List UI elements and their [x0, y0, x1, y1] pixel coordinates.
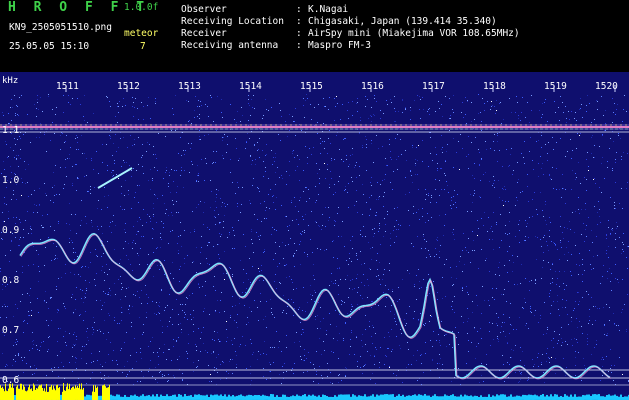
freq-label: 0.6 [2, 375, 19, 386]
time-label: 1514 [239, 81, 262, 92]
time-label: 1512 [117, 81, 140, 92]
meteor-label: meteor [124, 28, 159, 39]
freq-label: 1.0 [2, 175, 19, 186]
antenna-label: Receiving antenna [181, 40, 279, 51]
time-label: 1511 [56, 81, 79, 92]
time-label: 1516 [361, 81, 384, 92]
observer-sep: : [296, 4, 302, 15]
carrier-band [0, 124, 629, 130]
freq-label: 0.7 [2, 325, 19, 336]
antenna-sep: : [296, 40, 302, 51]
file-name: KN9_2505051510.png [9, 22, 112, 33]
time-label: 1520 [595, 81, 618, 92]
spectrogram-background [0, 72, 629, 400]
freq-label: 0.8 [2, 275, 19, 286]
freq-label: 1.1 [2, 125, 19, 136]
antenna-value: Maspro FM-3 [308, 40, 371, 51]
time-label: 1515 [300, 81, 323, 92]
file-datetime: 25.05.05 15:10 [9, 41, 90, 52]
time-label: 1517 [422, 81, 445, 92]
y-unit-label: kHz [2, 76, 18, 86]
header: H R O F F T 1.0.0f KN9_2505051510.png me… [0, 0, 629, 72]
receiver-value: AirSpy mini (Miakejima VOR 108.65MHz) [308, 28, 520, 39]
location-value: Chigasaki, Japan (139.414 35.340) [308, 16, 497, 27]
location-label: Receiving Location [181, 16, 284, 27]
time-label: 1519 [544, 81, 567, 92]
freq-label: 0.9 [2, 225, 19, 236]
receiver-label: Receiver [181, 28, 227, 39]
spectrogram: kHz 1511 1512 1513 1514 1515 1516 1517 1… [0, 72, 629, 400]
receiver-sep: : [296, 28, 302, 39]
observer-value: K.Nagai [308, 4, 349, 15]
time-label: 1513 [178, 81, 201, 92]
time-label: 1518 [483, 81, 506, 92]
meteor-count: 7 [140, 41, 146, 52]
app-version: 1.0.0f [124, 2, 159, 13]
observer-label: Observer [181, 4, 227, 15]
location-sep: : [296, 16, 302, 27]
